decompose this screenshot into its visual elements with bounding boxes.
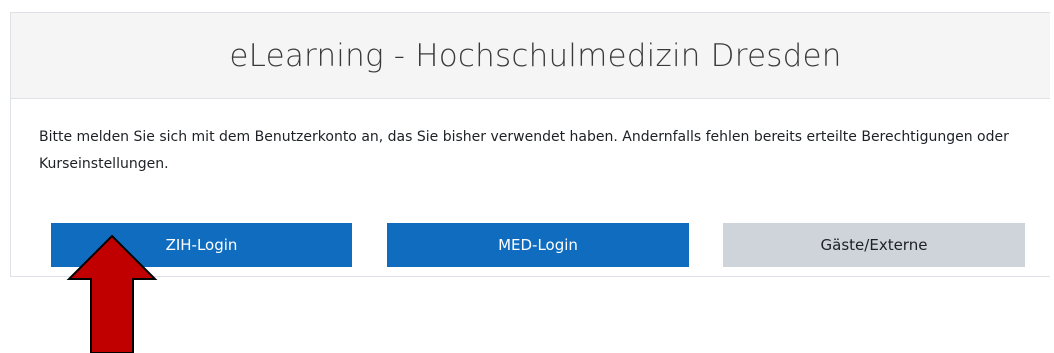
card-header: eLearning - Hochschulmedizin Dresden bbox=[11, 13, 1050, 99]
med-login-button[interactable]: MED-Login bbox=[387, 223, 689, 267]
card-body: Bitte melden Sie sich mit dem Benutzerko… bbox=[11, 99, 1050, 277]
page-title: eLearning - Hochschulmedizin Dresden bbox=[229, 37, 842, 74]
red-arrow-up-icon bbox=[66, 234, 158, 353]
login-instructions: Bitte melden Sie sich mit dem Benutzerko… bbox=[39, 129, 1009, 172]
login-card: eLearning - Hochschulmedizin Dresden Bit… bbox=[10, 12, 1050, 277]
arrow-shape bbox=[66, 234, 158, 353]
guest-login-button[interactable]: Gäste/Externe bbox=[723, 223, 1025, 267]
